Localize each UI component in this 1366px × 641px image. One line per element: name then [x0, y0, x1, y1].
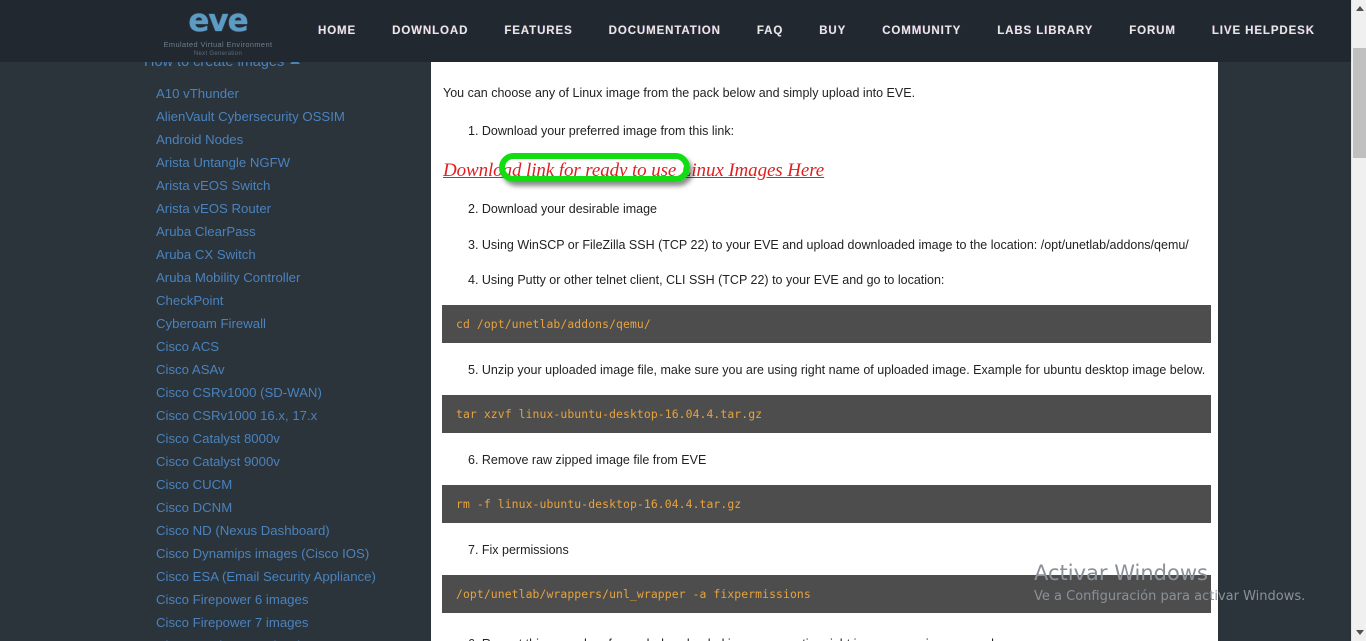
download-images-link[interactable]: Download link for ready to use Linux Ima… [443, 160, 824, 182]
nav-item-forum[interactable]: FORUM [1111, 25, 1194, 37]
caret-up-icon [290, 62, 301, 64]
step-3: 3. Using WinSCP or FileZilla SSH (TCP 22… [468, 238, 1189, 253]
sidebar-item-aruba-clearpass[interactable]: Aruba ClearPass [156, 220, 426, 243]
sidebar-item-checkpoint[interactable]: CheckPoint [156, 289, 426, 312]
code-block-rm[interactable]: rm -f linux-ubuntu-desktop-16.04.4.tar.g… [442, 484, 1211, 523]
sidebar-item-aruba-cx-switch[interactable]: Aruba CX Switch [156, 243, 426, 266]
step-5: 5. Unzip your uploaded image file, make … [468, 362, 1206, 377]
step-7: 7. Fix permissions [468, 542, 569, 557]
code-block-cd[interactable]: cd /opt/unetlab/addons/qemu/ [442, 304, 1211, 343]
scroll-down-arrow-icon [1355, 630, 1364, 635]
sidebar-item-arista-untangle-ngfw[interactable]: Arista Untangle NGFW [156, 151, 426, 174]
sidebar-item-cisco-firepower-7[interactable]: Cisco Firepower 7 images [156, 611, 426, 634]
step-6: 6. Remove raw zipped image file from EVE [468, 452, 707, 467]
sidebar-item-cisco-asav[interactable]: Cisco ASAv [156, 358, 426, 381]
sidebar-item-cisco-catalyst-9000v[interactable]: Cisco Catalyst 9000v [156, 450, 426, 473]
nav-item-labs-library[interactable]: LABS LIBRARY [979, 25, 1111, 37]
sidebar-item-alienvault-ossim[interactable]: AlienVault Cybersecurity OSSIM [156, 105, 426, 128]
sidebar-item-cisco-catalyst-8000v[interactable]: Cisco Catalyst 8000v [156, 427, 426, 450]
sidebar-item-cisco-acs[interactable]: Cisco ACS [156, 335, 426, 358]
scrollbar-thumb[interactable] [1353, 48, 1366, 158]
sidebar-heading-label: How to create images [144, 62, 285, 70]
sidebar-item-a10-vthunder[interactable]: A10 vThunder [156, 82, 426, 105]
sidebar: How to create images A10 vThunder AlienV… [0, 62, 431, 641]
nav-item-documentation[interactable]: DOCUMENTATION [591, 25, 739, 37]
code-block-tar[interactable]: tar xzvf linux-ubuntu-desktop-16.04.4.ta… [442, 394, 1211, 433]
step-4: 4. Using Putty or other telnet client, C… [468, 272, 945, 287]
sidebar-item-cyberoam-firewall[interactable]: Cyberoam Firewall [156, 312, 426, 335]
nav-item-buy[interactable]: BUY [801, 25, 864, 37]
sidebar-item-cisco-csrv1000-16x-17x[interactable]: Cisco CSRv1000 16.x, 17.x [156, 404, 426, 427]
sidebar-item-aruba-mobility-controller[interactable]: Aruba Mobility Controller [156, 266, 426, 289]
code-block-fixpermissions[interactable]: /opt/unetlab/wrappers/unl_wrapper -a fix… [442, 575, 1211, 613]
main-navigation: HOME DOWNLOAD FEATURES DOCUMENTATION FAQ… [300, 0, 1366, 62]
sidebar-item-android-nodes[interactable]: Android Nodes [156, 128, 426, 151]
nav-item-live-helpdesk[interactable]: LIVE HELPDESK [1194, 25, 1333, 37]
nav-item-features[interactable]: FEATURES [486, 25, 590, 37]
nav-item-download[interactable]: DOWNLOAD [374, 25, 486, 37]
sidebar-item-cisco-dynamips-images[interactable]: Cisco Dynamips images (Cisco IOS) [156, 542, 426, 565]
logo-wordmark: eve [188, 2, 248, 39]
step-8: 6. Repeat this procedure for each downlo… [468, 635, 1206, 641]
scrollbar-down-button[interactable] [1352, 624, 1366, 641]
site-header: eve Emulated Virtual Environment Next Ge… [0, 0, 1366, 62]
scroll-up-arrow-icon [1355, 6, 1364, 11]
logo-tagline-secondary: Next Generation [193, 50, 243, 57]
nav-item-community[interactable]: COMMUNITY [864, 25, 979, 37]
main-content: You can choose any of Linux image from t… [431, 62, 1218, 641]
sidebar-item-cisco-esa[interactable]: Cisco ESA (Email Security Appliance) [156, 565, 426, 588]
sidebar-item-cisco-dcnm[interactable]: Cisco DCNM [156, 496, 426, 519]
sidebar-item-arista-veos-router[interactable]: Arista vEOS Router [156, 197, 426, 220]
scrollbar-track-above[interactable] [1352, 17, 1366, 48]
sidebar-item-cisco-iol[interactable]: Cisco IOL (IOS on Linux) [156, 634, 426, 641]
sidebar-item-arista-veos-switch[interactable]: Arista vEOS Switch [156, 174, 426, 197]
sidebar-item-list: A10 vThunder AlienVault Cybersecurity OS… [156, 82, 426, 641]
sidebar-heading[interactable]: How to create images [144, 62, 301, 70]
scrollbar-up-button[interactable] [1352, 0, 1366, 17]
sidebar-item-cisco-nd-nexus-dashboard[interactable]: Cisco ND (Nexus Dashboard) [156, 519, 426, 542]
sidebar-item-cisco-firepower-6[interactable]: Cisco Firepower 6 images [156, 588, 426, 611]
nav-item-home[interactable]: HOME [300, 25, 374, 37]
page-scrollbar[interactable] [1351, 0, 1366, 641]
nav-item-faq[interactable]: FAQ [739, 25, 801, 37]
sidebar-item-cisco-cucm[interactable]: Cisco CUCM [156, 473, 426, 496]
intro-paragraph: You can choose any of Linux image from t… [443, 86, 916, 100]
step-2: 2. Download your desirable image [468, 202, 657, 217]
logo-tagline-primary: Emulated Virtual Environment [163, 39, 273, 49]
step-1: 1. Download your preferred image from th… [468, 124, 735, 139]
sidebar-item-cisco-csrv1000-sdwan[interactable]: Cisco CSRv1000 (SD-WAN) [156, 381, 426, 404]
site-logo[interactable]: eve Emulated Virtual Environment Next Ge… [162, 2, 274, 60]
